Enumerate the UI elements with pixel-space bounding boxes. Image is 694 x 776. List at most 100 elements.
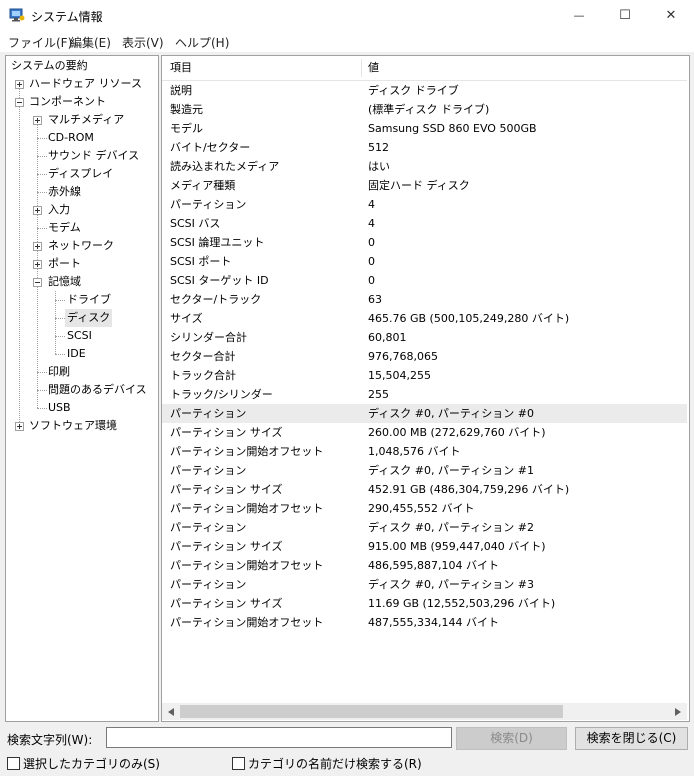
table-row[interactable]: セクター/トラック 63: [162, 290, 687, 309]
close-search-button[interactable]: 検索を閉じる(C): [575, 727, 688, 750]
scroll-thumb[interactable]: [180, 705, 563, 718]
table-row[interactable]: シリンダー合計 60,801: [162, 328, 687, 347]
category-tree[interactable]: システムの要約 ハードウェア リソース コンポーネント マルチメディア CD-R…: [5, 55, 159, 722]
tree-item-hardware-resources[interactable]: ハードウェア リソース: [29, 75, 142, 93]
table-row[interactable]: パーティション サイズ 11.69 GB (12,552,503,296 バイト): [162, 594, 687, 613]
table-row[interactable]: 製造元 (標準ディスク ドライブ): [162, 100, 687, 119]
row-item-cell: パーティション サイズ: [170, 483, 283, 496]
tree-item-cd-rom[interactable]: CD-ROM: [48, 129, 94, 147]
row-value-cell: ディスク #0, パーティション #1: [368, 464, 534, 477]
table-row[interactable]: サイズ 465.76 GB (500,105,249,280 バイト): [162, 309, 687, 328]
expand-icon[interactable]: [33, 260, 42, 269]
table-row[interactable]: SCSI ターゲット ID 0: [162, 271, 687, 290]
table-row[interactable]: パーティション ディスク #0, パーティション #2: [162, 518, 687, 537]
chevron-left-icon: [168, 707, 174, 716]
table-row[interactable]: パーティション サイズ 452.91 GB (486,304,759,296 バイ…: [162, 480, 687, 499]
search-button[interactable]: 検索(D): [456, 727, 567, 750]
tree-item-drives[interactable]: ドライブ: [67, 291, 111, 309]
expand-icon[interactable]: [15, 422, 24, 431]
tree-item-storage[interactable]: 記憶域: [48, 273, 81, 291]
expand-icon[interactable]: [33, 116, 42, 125]
menu-help[interactable]: ヘルプ(H): [175, 34, 229, 51]
tree-item-usb[interactable]: USB: [48, 399, 71, 417]
tree-item-disks[interactable]: ディスク: [65, 309, 113, 327]
maximize-button[interactable]: ☐: [602, 0, 648, 31]
row-item-cell: バイト/セクター: [170, 141, 251, 154]
tree-item-multimedia[interactable]: マルチメディア: [48, 111, 124, 129]
tree-item-display[interactable]: ディスプレイ: [48, 165, 113, 183]
table-row[interactable]: パーティション ディスク #0, パーティション #1: [162, 461, 687, 480]
close-button[interactable]: ✕: [648, 0, 694, 31]
tree-item-printing[interactable]: 印刷: [48, 363, 70, 381]
table-row[interactable]: パーティション開始オフセット 487,555,334,144 バイト: [162, 613, 687, 632]
row-item-cell: パーティション サイズ: [170, 597, 283, 610]
tree-item-problem-devices[interactable]: 問題のあるデバイス: [48, 381, 147, 399]
category-names-only-checkbox[interactable]: [232, 757, 245, 770]
row-value-cell: 0: [368, 236, 375, 249]
details-list[interactable]: 項目 値 説明 ディスク ドライブ 製造元 (標準ディスク ドライブ) モデル Samsu…: [161, 55, 690, 722]
column-header-value[interactable]: 値: [368, 56, 379, 80]
only-selected-category-checkbox[interactable]: [7, 757, 20, 770]
table-row[interactable]: バイト/セクター 512: [162, 138, 687, 157]
table-row[interactable]: パーティション ディスク #0, パーティション #0: [162, 404, 687, 423]
search-input[interactable]: [106, 727, 452, 748]
expand-icon[interactable]: [33, 242, 42, 251]
scroll-right-button[interactable]: [671, 703, 685, 720]
horizontal-scrollbar[interactable]: [162, 703, 687, 720]
table-row[interactable]: パーティション サイズ 915.00 MB (959,447,040 バイト): [162, 537, 687, 556]
list-header: 項目 値: [162, 56, 687, 81]
table-row[interactable]: 説明 ディスク ドライブ: [162, 81, 687, 100]
table-row[interactable]: 読み込まれたメディア はい: [162, 157, 687, 176]
tree-item-scsi[interactable]: SCSI: [67, 327, 92, 345]
collapse-icon[interactable]: [33, 278, 42, 287]
table-row[interactable]: メディア種類 固定ハード ディスク: [162, 176, 687, 195]
table-row[interactable]: パーティション ディスク #0, パーティション #3: [162, 575, 687, 594]
system-information-icon: [9, 8, 25, 22]
menu-file[interactable]: ファイル(F): [8, 34, 72, 51]
tree-item-input[interactable]: 入力: [48, 201, 70, 219]
row-value-cell: 63: [368, 293, 382, 306]
table-row[interactable]: SCSI 論理ユニット 0: [162, 233, 687, 252]
table-row[interactable]: パーティション開始オフセット 1,048,576 バイト: [162, 442, 687, 461]
tree-item-network[interactable]: ネットワーク: [48, 237, 114, 255]
tree-item-modem[interactable]: モデム: [48, 219, 81, 237]
close-icon: ✕: [665, 8, 677, 23]
scroll-left-button[interactable]: [164, 703, 178, 720]
row-item-cell: パーティション: [170, 464, 247, 477]
row-item-cell: パーティション: [170, 521, 247, 534]
table-row[interactable]: モデル Samsung SSD 860 EVO 500GB: [162, 119, 687, 138]
tree-item-sound-device[interactable]: サウンド デバイス: [48, 147, 139, 165]
table-row[interactable]: パーティション開始オフセット 486,595,887,104 バイト: [162, 556, 687, 575]
column-divider[interactable]: [361, 59, 362, 77]
tree-item-components[interactable]: コンポーネント: [29, 93, 106, 111]
row-value-cell: 487,555,334,144 バイト: [368, 616, 499, 629]
table-row[interactable]: トラック合計 15,504,255: [162, 366, 687, 385]
expand-icon[interactable]: [33, 206, 42, 215]
row-value-cell: 0: [368, 255, 375, 268]
row-item-cell: SCSI 論理ユニット: [170, 236, 265, 249]
row-item-cell: SCSI バス: [170, 217, 221, 230]
minimize-button[interactable]: —: [556, 0, 602, 31]
tree-item-system-summary[interactable]: システムの要約: [11, 57, 88, 75]
row-item-cell: パーティション開始オフセット: [170, 502, 324, 515]
table-row[interactable]: SCSI ポート 0: [162, 252, 687, 271]
table-row[interactable]: SCSI バス 4: [162, 214, 687, 233]
collapse-icon[interactable]: [15, 98, 24, 107]
tree-item-ports[interactable]: ポート: [48, 255, 81, 273]
table-row[interactable]: トラック/シリンダー 255: [162, 385, 687, 404]
table-row[interactable]: パーティション 4: [162, 195, 687, 214]
row-item-cell: パーティション開始オフセット: [170, 616, 324, 629]
menu-edit[interactable]: 編集(E): [70, 34, 111, 51]
expand-icon[interactable]: [15, 80, 24, 89]
column-header-item[interactable]: 項目: [170, 56, 192, 80]
row-item-cell: パーティション: [170, 198, 247, 211]
tree-item-infrared[interactable]: 赤外線: [48, 183, 81, 201]
table-row[interactable]: パーティション サイズ 260.00 MB (272,629,760 バイト): [162, 423, 687, 442]
row-value-cell: 255: [368, 388, 389, 401]
row-value-cell: (標準ディスク ドライブ): [368, 103, 490, 116]
menu-view[interactable]: 表示(V): [122, 34, 164, 51]
tree-item-ide[interactable]: IDE: [67, 345, 86, 363]
tree-item-software-environment[interactable]: ソフトウェア環境: [29, 417, 117, 435]
table-row[interactable]: パーティション開始オフセット 290,455,552 バイト: [162, 499, 687, 518]
table-row[interactable]: セクター合計 976,768,065: [162, 347, 687, 366]
